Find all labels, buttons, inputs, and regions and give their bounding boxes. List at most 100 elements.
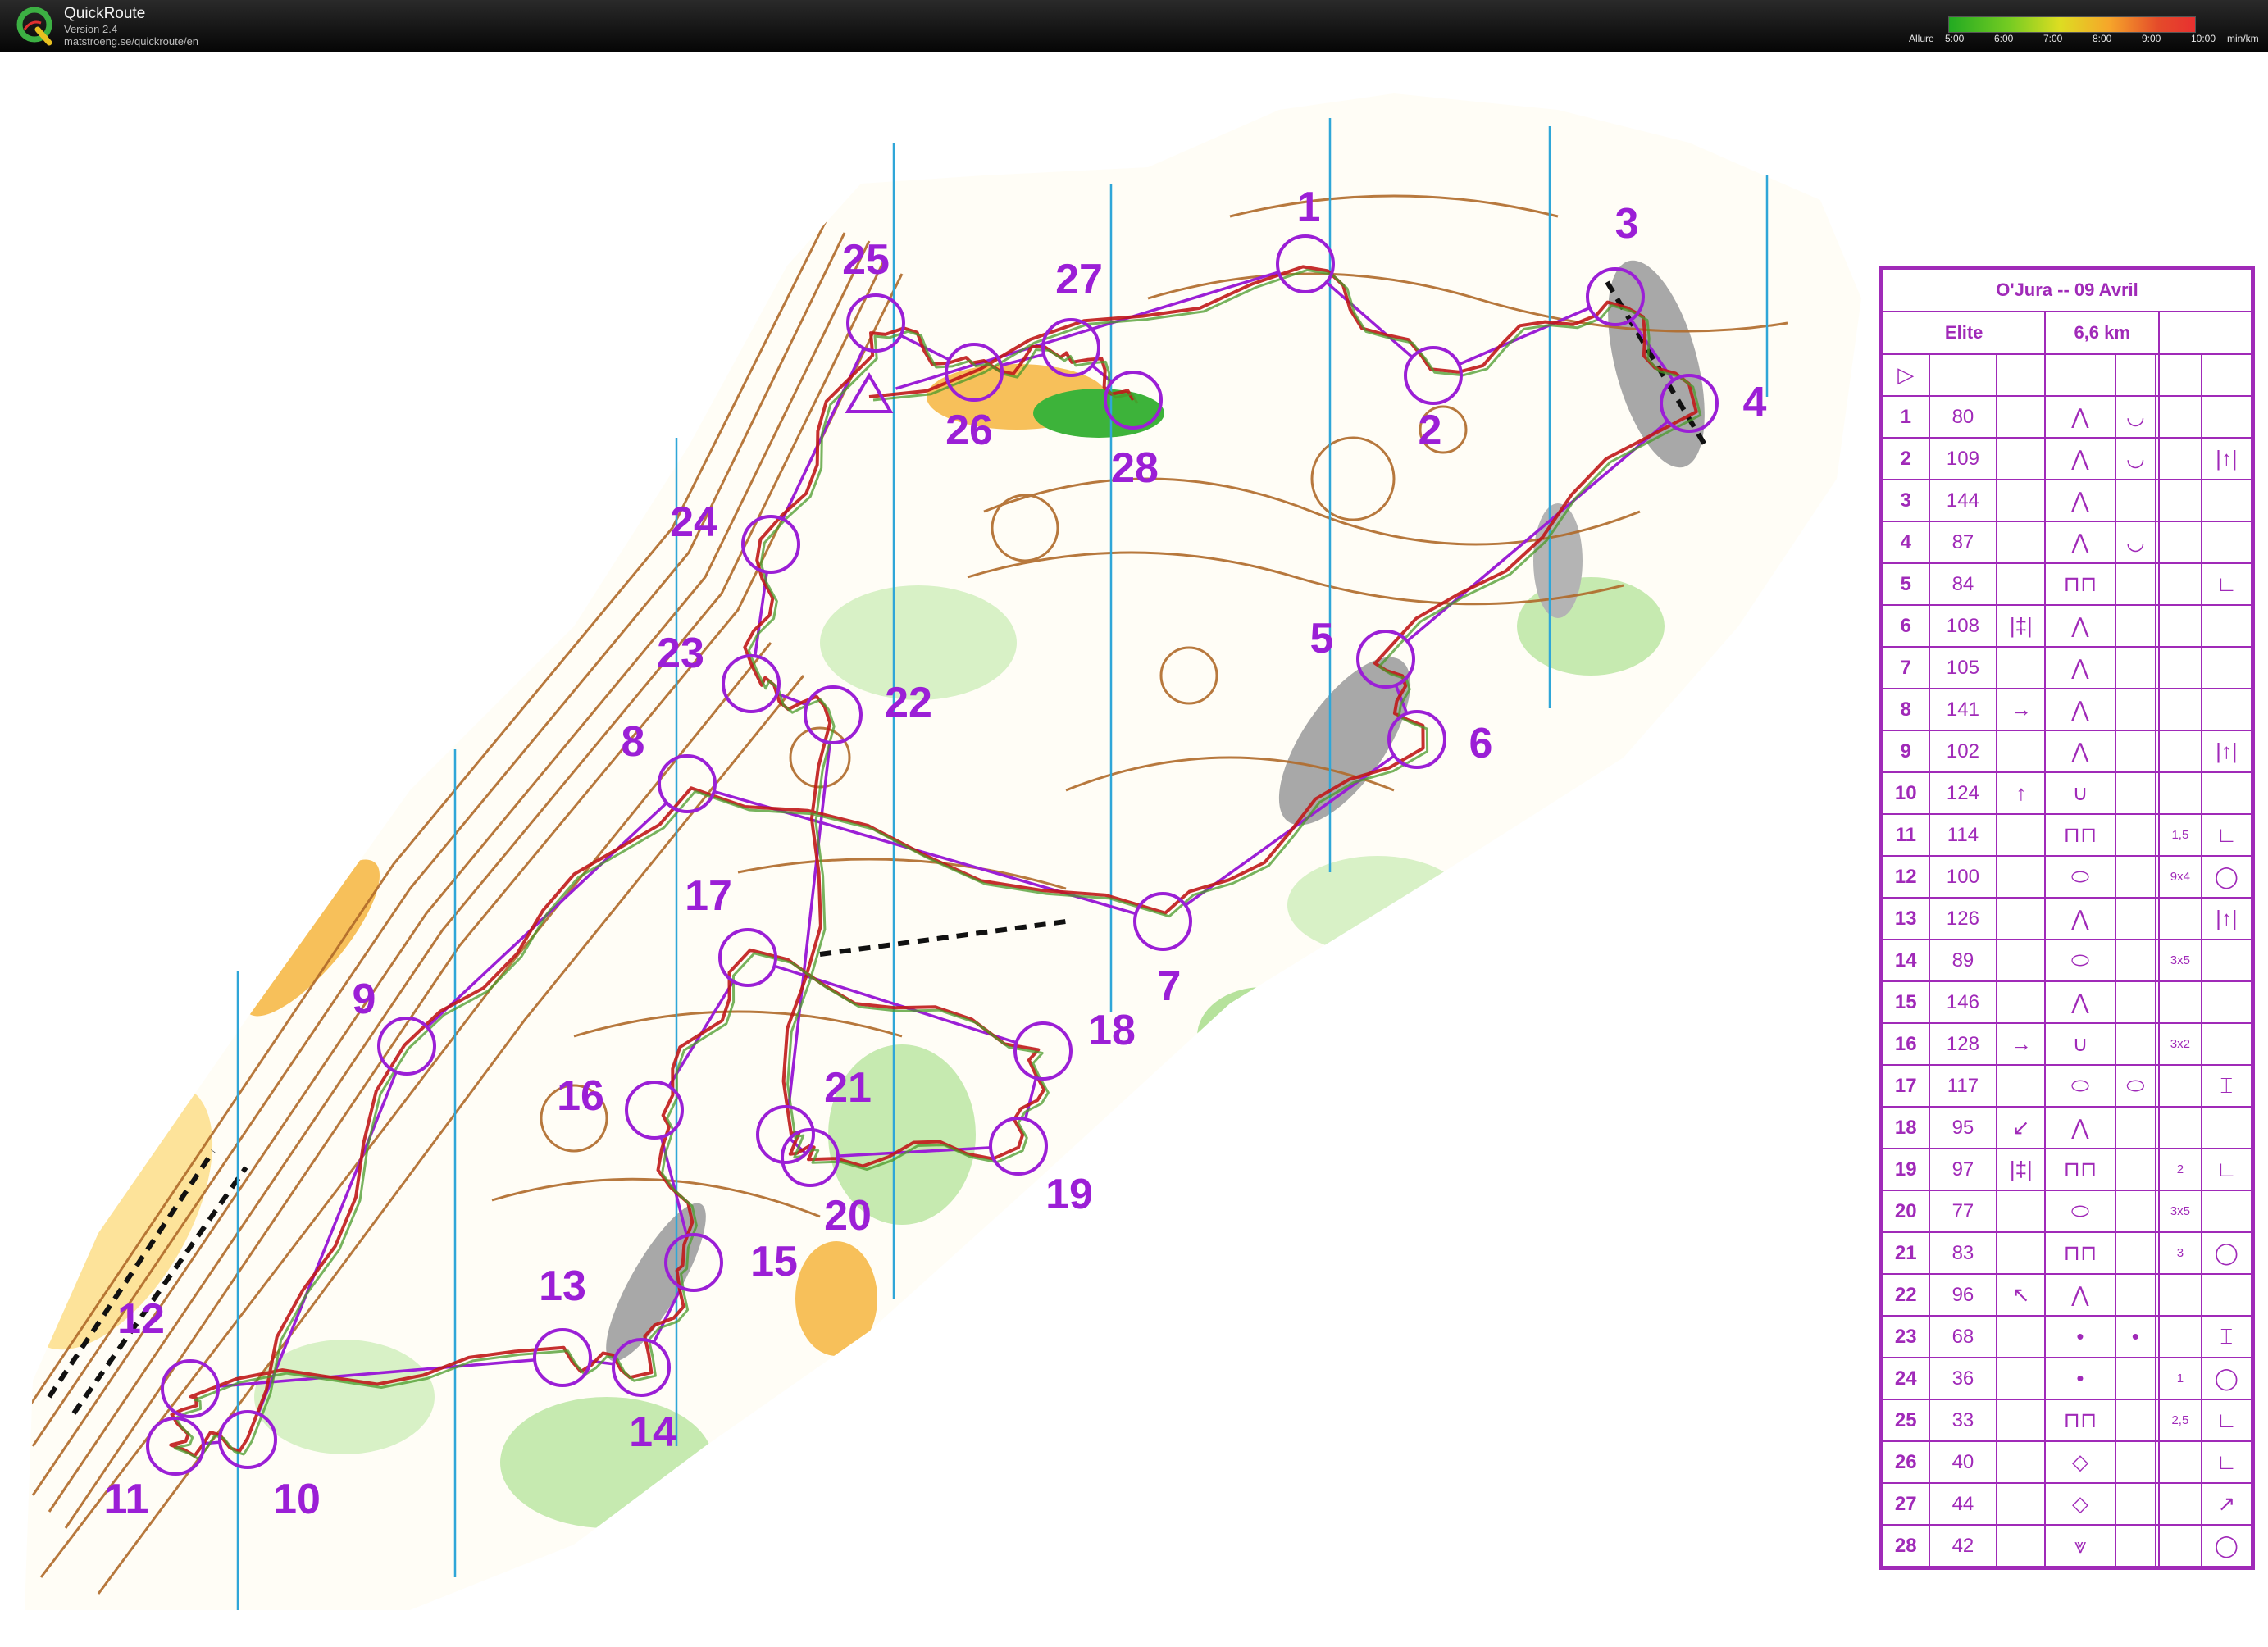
dimension-cell: 3x5 xyxy=(2158,939,2202,982)
description-row: 2 109 ⋀ ◡ |↑| xyxy=(1882,437,2253,480)
description-row: 28 42 ⩔ ◯ xyxy=(1882,1524,2253,1567)
feature-cell: ⋀ xyxy=(2044,479,2116,522)
control-code-cell: 89 xyxy=(1928,939,1998,982)
dimension-cell: 1 xyxy=(2158,1357,2202,1400)
dimension-cell: 1,5 xyxy=(2158,813,2202,857)
control-number-cell: 23 xyxy=(1882,1315,1930,1358)
appearance-cell xyxy=(2114,1482,2157,1526)
location-cell xyxy=(2200,1022,2253,1066)
description-row: 13 126 ⋀ |↑| xyxy=(1882,897,2253,940)
direction-cell xyxy=(1996,395,2047,439)
control-code-cell: 77 xyxy=(1928,1190,1998,1233)
description-row: 8 141 → ⋀ xyxy=(1882,688,2253,731)
dimension-cell xyxy=(2158,730,2202,773)
direction-cell xyxy=(1996,980,2047,1024)
description-row: 19 97 |‡| ⊓⊓ 2 ∟ xyxy=(1882,1148,2253,1191)
dimension-cell xyxy=(2158,688,2202,731)
app-version: Version 2.4 xyxy=(64,23,118,35)
blank-cell xyxy=(2158,353,2202,397)
description-row: 6 108 |‡| ⋀ xyxy=(1882,604,2253,648)
sheet-category: Elite xyxy=(1881,311,2047,355)
appearance-cell xyxy=(2114,1357,2157,1400)
vegetation xyxy=(664,225,779,307)
direction-cell xyxy=(1996,1231,2047,1275)
app-url: matstroeng.se/quickroute/en xyxy=(64,35,199,48)
control-number: 14 xyxy=(629,1408,676,1456)
orienteering-map[interactable]: 1 2 3 4 5 6 7 8 9 10 11 12 13 14 15 16 17 18 19 20 21 22 23 24 2… xyxy=(0,52,2268,1647)
dimension-cell xyxy=(2158,1315,2202,1358)
location-cell xyxy=(2200,980,2253,1024)
appearance-cell xyxy=(2114,479,2157,522)
dimension-cell xyxy=(2158,1106,2202,1149)
control-number: 25 xyxy=(842,236,890,284)
description-table: O'Jura -- 09 Avril Elite 6,6 km ▷ 1 80 ⋀… xyxy=(1881,268,2253,1567)
direction-cell xyxy=(1996,1524,2047,1567)
control-number-cell: 13 xyxy=(1882,897,1930,940)
appearance-cell xyxy=(2114,1022,2157,1066)
direction-cell xyxy=(1996,1190,2047,1233)
feature-cell: ⊓⊓ xyxy=(2044,1148,2116,1191)
feature-cell: ◇ xyxy=(2044,1482,2116,1526)
control-code-cell: 146 xyxy=(1928,980,1998,1024)
feature-cell: ⋀ xyxy=(2044,604,2116,648)
control-number: 15 xyxy=(750,1238,798,1285)
appearance-cell xyxy=(2114,604,2157,648)
direction-cell xyxy=(1996,562,2047,606)
control-number: 27 xyxy=(1055,256,1103,303)
pace-legend-label: Allure xyxy=(1909,33,1934,44)
sheet-title: O'Jura -- 09 Avril xyxy=(1882,268,2252,312)
direction-cell xyxy=(1996,1440,2047,1484)
control-number-cell: 21 xyxy=(1882,1231,1930,1275)
control-number: 20 xyxy=(824,1192,872,1240)
location-cell xyxy=(2200,1273,2253,1317)
direction-cell: |‡| xyxy=(1996,604,2047,648)
location-cell: ◯ xyxy=(2200,855,2253,899)
location-cell: ⌶ xyxy=(2200,1315,2253,1358)
control-number: 24 xyxy=(670,498,717,546)
control-number: 8 xyxy=(622,718,645,766)
dimension-cell: 2 xyxy=(2158,1148,2202,1191)
appearance-cell xyxy=(2114,1231,2157,1275)
location-cell xyxy=(2200,646,2253,689)
description-row: 11 114 ⊓⊓ 1,5 ∟ xyxy=(1882,813,2253,857)
feature-cell: ⩔ xyxy=(2044,1524,2116,1567)
dimension-cell xyxy=(2158,1440,2202,1484)
feature-cell: ⬭ xyxy=(2044,855,2116,899)
control-code-cell: 87 xyxy=(1928,521,1998,564)
sheet-blank xyxy=(2158,311,2252,355)
dimension-cell xyxy=(2158,562,2202,606)
feature-cell: ∪ xyxy=(2044,771,2116,815)
direction-cell xyxy=(1996,855,2047,899)
location-cell xyxy=(2200,479,2253,522)
control-code-cell: 126 xyxy=(1928,897,1998,940)
direction-cell xyxy=(1996,1357,2047,1400)
pace-tick: 10:00 xyxy=(2191,33,2216,44)
control-number: 16 xyxy=(557,1072,604,1120)
pace-tick: 9:00 xyxy=(2142,33,2161,44)
appearance-cell xyxy=(2114,1399,2157,1442)
feature-cell: ⊓⊓ xyxy=(2044,562,2116,606)
control-number-cell: 3 xyxy=(1882,479,1930,522)
feature-cell: ⊓⊓ xyxy=(2044,813,2116,857)
control-number-cell: 9 xyxy=(1882,730,1930,773)
description-row: 15 146 ⋀ xyxy=(1882,980,2253,1024)
control-code-cell: 117 xyxy=(1928,1064,1998,1108)
dimension-cell xyxy=(2158,1482,2202,1526)
feature-cell: ⋀ xyxy=(2044,897,2116,940)
control-number: 23 xyxy=(657,630,704,677)
control-code-cell: 109 xyxy=(1928,437,1998,480)
description-row: 27 44 ◇ ↗ xyxy=(1882,1482,2253,1526)
direction-cell xyxy=(1996,1315,2047,1358)
control-code-cell: 83 xyxy=(1928,1231,1998,1275)
description-row: 4 87 ⋀ ◡ xyxy=(1882,521,2253,564)
control-number-cell: 10 xyxy=(1882,771,1930,815)
location-cell: |↑| xyxy=(2200,730,2253,773)
control-number-cell: 1 xyxy=(1882,395,1930,439)
direction-cell xyxy=(1996,1482,2047,1526)
location-cell xyxy=(2200,395,2253,439)
dimension-cell xyxy=(2158,646,2202,689)
control-code-cell: 124 xyxy=(1928,771,1998,815)
dimension-cell xyxy=(2158,395,2202,439)
feature-cell: ◇ xyxy=(2044,1440,2116,1484)
location-cell: |↑| xyxy=(2200,437,2253,480)
